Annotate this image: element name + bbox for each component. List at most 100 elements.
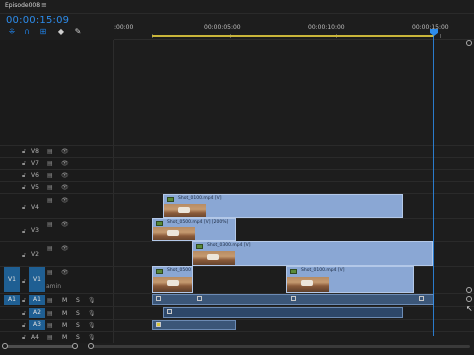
fx-badge bbox=[197, 296, 202, 301]
sync-lock-icon[interactable]: ▤ bbox=[47, 221, 53, 228]
lock-icon[interactable]: 🔓︎ bbox=[22, 204, 26, 211]
fx-badge bbox=[156, 322, 161, 327]
solo-button[interactable]: S bbox=[76, 310, 80, 317]
fx-badge bbox=[291, 296, 296, 301]
track-divider bbox=[0, 218, 474, 219]
sync-lock-icon[interactable]: ▤ bbox=[47, 184, 53, 191]
clip-v3[interactable]: Shot_0500.mp4 [V] [200%] bbox=[152, 218, 236, 241]
sync-lock-icon[interactable]: ▤ bbox=[47, 197, 53, 204]
mic-icon[interactable]: 🎙︎ bbox=[88, 310, 96, 317]
sync-lock-icon[interactable]: ▤ bbox=[47, 269, 53, 276]
lock-icon[interactable]: 🔓︎ bbox=[22, 148, 26, 155]
mic-icon[interactable]: 🎙︎ bbox=[88, 297, 96, 304]
mute-button[interactable]: M bbox=[62, 334, 67, 341]
add-marker-icon[interactable]: ⊞ bbox=[38, 27, 48, 37]
track-label-v8: V8 bbox=[31, 148, 39, 155]
track-divider bbox=[0, 319, 474, 320]
clip-thumbnail bbox=[287, 277, 329, 292]
mute-button[interactable]: M bbox=[62, 322, 67, 329]
mic-icon[interactable]: 🎙︎ bbox=[88, 322, 96, 329]
sync-lock-icon[interactable]: ▤ bbox=[47, 160, 53, 167]
source-patch-a1[interactable]: A1 bbox=[4, 295, 20, 305]
clip-thumbnail bbox=[193, 251, 235, 265]
track-label-v6: V6 bbox=[31, 172, 39, 179]
video-scroll-handle-bottom[interactable] bbox=[466, 287, 472, 293]
source-patch-v1[interactable]: V1 bbox=[4, 267, 20, 292]
timeline-header bbox=[0, 0, 474, 14]
sync-lock-icon[interactable]: ▤ bbox=[47, 310, 53, 317]
track-label-v2: V2 bbox=[31, 251, 39, 258]
track-target-v1[interactable]: V1 bbox=[29, 267, 45, 292]
playhead-timecode[interactable]: 00:00:15:09 bbox=[6, 15, 69, 26]
ruler-label: 00:00:10:00 bbox=[308, 24, 345, 31]
fx-badge bbox=[156, 269, 163, 274]
audio-scroll-handle-top[interactable] bbox=[466, 296, 472, 302]
hamburger-icon[interactable]: ≡ bbox=[41, 1, 47, 9]
eye-icon[interactable]: 👁︎ bbox=[61, 269, 69, 276]
track-target-a1[interactable]: A1 bbox=[29, 295, 45, 305]
sync-lock-icon[interactable]: ▤ bbox=[47, 148, 53, 155]
eye-icon[interactable]: 👁︎ bbox=[61, 172, 69, 179]
sync-lock-icon[interactable]: ▤ bbox=[47, 322, 53, 329]
eye-icon[interactable]: 👁︎ bbox=[61, 221, 69, 228]
track-label-v7: V7 bbox=[31, 160, 39, 167]
clip-v4[interactable]: Shot_0100.mp4 [V] bbox=[163, 194, 403, 218]
work-area-bar[interactable] bbox=[152, 35, 434, 37]
wrench-icon[interactable]: ✎ bbox=[73, 27, 83, 37]
clip-thumbnail bbox=[153, 227, 195, 240]
eye-icon[interactable]: 👁︎ bbox=[61, 148, 69, 155]
video-scroll-handle-top[interactable] bbox=[466, 40, 472, 46]
clip-v1-a[interactable]: Shot_0500 bbox=[152, 266, 193, 293]
fx-badge bbox=[196, 244, 203, 249]
lock-icon[interactable]: 🔓︎ bbox=[22, 252, 26, 259]
zoom-handle-left[interactable] bbox=[88, 343, 94, 349]
track-label-a4: A4 bbox=[31, 334, 39, 341]
header-scrollbar[interactable] bbox=[4, 345, 78, 348]
clip-v1-b[interactable]: Shot_0100.mp4 [V] bbox=[286, 266, 414, 293]
clip-v2[interactable]: Shot_0300.mp4 [V] bbox=[192, 241, 433, 266]
snap-icon[interactable]: ⁜ bbox=[7, 27, 17, 37]
lock-icon[interactable]: 🔓︎ bbox=[22, 322, 26, 329]
lock-icon[interactable]: 🔓︎ bbox=[22, 297, 26, 304]
clip-name: Shot_0100.mp4 [V] bbox=[301, 268, 345, 273]
sequence-tab[interactable]: Episode008 bbox=[5, 2, 40, 9]
marker-icon[interactable]: ◆ bbox=[56, 27, 66, 37]
eye-icon[interactable]: 👁︎ bbox=[61, 197, 69, 204]
clip-name: Shot_0100.mp4 [V] bbox=[178, 196, 222, 201]
mute-button[interactable]: M bbox=[62, 297, 67, 304]
track-divider bbox=[0, 157, 474, 158]
eye-icon[interactable]: 👁︎ bbox=[61, 184, 69, 191]
mic-icon[interactable]: 🎙︎ bbox=[88, 334, 96, 341]
cursor-icon: ↖ bbox=[466, 304, 473, 313]
linked-select-icon[interactable]: ∩ bbox=[22, 27, 32, 37]
audio-clip-a2[interactable] bbox=[163, 307, 403, 318]
scroll-handle-right[interactable] bbox=[72, 343, 78, 349]
sync-lock-icon[interactable]: ▤ bbox=[47, 334, 53, 341]
timeline-zoom-scrollbar[interactable] bbox=[92, 345, 470, 348]
fx-badge bbox=[167, 197, 174, 202]
lock-icon[interactable]: 🔓︎ bbox=[22, 278, 26, 285]
lock-icon[interactable]: 🔓︎ bbox=[22, 228, 26, 235]
solo-button[interactable]: S bbox=[76, 334, 80, 341]
scroll-handle-left[interactable] bbox=[2, 343, 8, 349]
lock-icon[interactable]: 🔓︎ bbox=[22, 172, 26, 179]
track-target-a3[interactable]: A3 bbox=[29, 320, 45, 330]
fx-badge bbox=[290, 269, 297, 274]
lock-icon[interactable]: 🔓︎ bbox=[22, 310, 26, 317]
lock-icon[interactable]: 🔓︎ bbox=[22, 160, 26, 167]
fx-badge bbox=[167, 309, 172, 314]
lock-icon[interactable]: 🔓︎ bbox=[22, 184, 26, 191]
sync-lock-icon[interactable]: ▤ bbox=[47, 172, 53, 179]
solo-button[interactable]: S bbox=[76, 297, 80, 304]
track-target-a2[interactable]: A2 bbox=[29, 308, 45, 318]
lock-icon[interactable]: 🔓︎ bbox=[22, 334, 26, 341]
audio-clip-a3[interactable] bbox=[152, 320, 236, 330]
sync-lock-icon[interactable]: ▤ bbox=[47, 297, 53, 304]
eye-icon[interactable]: 👁︎ bbox=[61, 160, 69, 167]
eye-icon[interactable]: 👁︎ bbox=[61, 245, 69, 252]
playhead-line[interactable] bbox=[433, 36, 434, 336]
mute-button[interactable]: M bbox=[62, 310, 67, 317]
solo-button[interactable]: S bbox=[76, 322, 80, 329]
sync-lock-icon[interactable]: ▤ bbox=[47, 245, 53, 252]
track-name-partial: amin bbox=[46, 283, 61, 290]
